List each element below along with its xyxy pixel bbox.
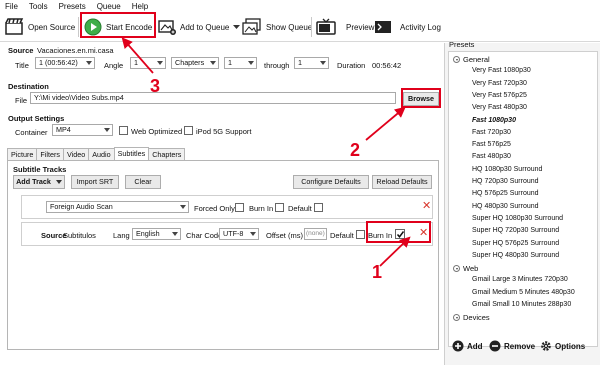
annotation-number-1: 1	[372, 262, 383, 282]
annotation-number-3: 3	[150, 76, 161, 96]
annotation-number-2: 2	[350, 140, 361, 160]
annotation-arrows	[121, 37, 411, 267]
